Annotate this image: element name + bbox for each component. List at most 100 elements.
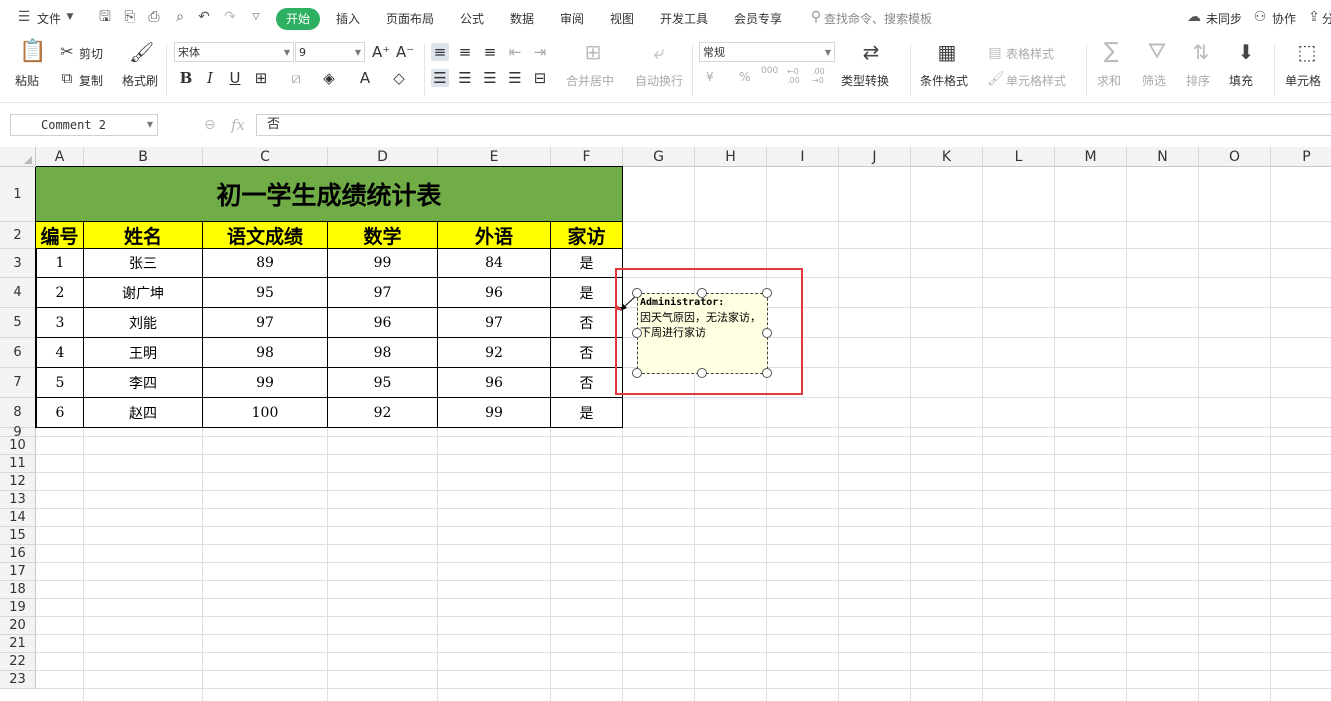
distribute-icon[interactable]: ⊟ [531, 69, 549, 87]
font-color-icon[interactable]: A [356, 69, 374, 87]
undo-icon[interactable]: ↶ [196, 9, 212, 25]
row-header[interactable]: 11 [0, 455, 36, 473]
select-all-corner[interactable] [0, 147, 36, 167]
collab-button[interactable]: 协作 [1272, 10, 1296, 27]
table-cell[interactable]: 98 [328, 338, 438, 368]
tab-review[interactable]: 审阅 [560, 10, 584, 27]
row-header[interactable]: 19 [0, 599, 36, 617]
print-icon[interactable]: ⎙ [146, 9, 162, 25]
print-preview-icon[interactable]: ⌕ [172, 9, 188, 25]
table-cell[interactable]: 6 [36, 398, 84, 428]
fill-color-icon[interactable]: ◈ [320, 69, 338, 87]
table-cell[interactable]: 98 [203, 338, 328, 368]
format-painter-icon[interactable]: 🖌 [129, 42, 154, 62]
fx-icon[interactable]: fx [231, 116, 245, 134]
font-shrink-icon[interactable]: A⁻ [396, 43, 414, 61]
table-cell[interactable]: 5 [36, 368, 84, 398]
table-cell[interactable]: 96 [328, 308, 438, 338]
format-painter-button[interactable]: 格式刷 [122, 72, 158, 89]
table-header-cell[interactable]: 姓名 [84, 222, 203, 249]
table-style-icon[interactable]: ▤ [987, 43, 1003, 63]
row-header[interactable]: 5 [0, 308, 36, 338]
sync-status[interactable]: 未同步 [1206, 10, 1242, 27]
align-right-icon[interactable]: ☰ [481, 69, 499, 87]
sum-button[interactable]: 求和 [1097, 72, 1121, 89]
cell-style-icon[interactable]: 🖌 [987, 69, 1005, 89]
column-header[interactable]: C [203, 147, 328, 167]
table-cell[interactable]: 95 [203, 278, 328, 308]
sum-icon[interactable]: ∑ [1098, 41, 1124, 63]
cell-button[interactable]: 单元格 [1285, 72, 1321, 89]
column-header[interactable]: M [1055, 147, 1127, 167]
column-header[interactable]: F [551, 147, 623, 167]
table-cell[interactable]: 3 [36, 308, 84, 338]
tab-page-layout[interactable]: 页面布局 [386, 10, 434, 27]
row-header[interactable]: 20 [0, 617, 36, 635]
row-header[interactable]: 4 [0, 278, 36, 308]
filter-icon[interactable]: ⛛ [1144, 41, 1170, 63]
tab-member[interactable]: 会员专享 [734, 10, 782, 27]
column-header[interactable]: I [767, 147, 839, 167]
table-cell[interactable]: 92 [328, 398, 438, 428]
row-header[interactable]: 17 [0, 563, 36, 581]
diagonal-border-icon[interactable]: ⧄ [287, 69, 305, 87]
merge-center-button[interactable]: 合并居中 [566, 72, 614, 89]
decimal-increase-button[interactable]: ←0 .00 [787, 67, 809, 85]
name-box[interactable]: Comment 2 ▼ [10, 114, 158, 136]
row-header[interactable]: 23 [0, 671, 36, 689]
table-cell[interactable]: 谢广坤 [84, 278, 203, 308]
row-header[interactable]: 6 [0, 338, 36, 368]
table-cell[interactable]: 99 [328, 249, 438, 278]
table-cell[interactable]: 99 [203, 368, 328, 398]
save-icon[interactable]: 🖫 [97, 9, 113, 25]
tab-insert[interactable]: 插入 [336, 10, 360, 27]
fill-button[interactable]: 填充 [1229, 72, 1253, 89]
row-header[interactable]: 15 [0, 527, 36, 545]
row-header[interactable]: 16 [0, 545, 36, 563]
table-cell[interactable]: 100 [203, 398, 328, 428]
tab-view[interactable]: 视图 [610, 10, 634, 27]
row-header[interactable]: 1 [0, 167, 36, 222]
copy-icon[interactable]: ⧉ [58, 68, 76, 88]
eraser-icon[interactable]: ◇ [390, 69, 408, 87]
column-header[interactable]: P [1271, 147, 1331, 167]
table-cell[interactable]: 97 [328, 278, 438, 308]
table-cell[interactable]: 是 [551, 278, 623, 308]
convert-icon[interactable]: ⇄ [858, 42, 884, 62]
font-name-select[interactable]: 宋体 ▼ [174, 42, 294, 62]
table-cell[interactable]: 97 [203, 308, 328, 338]
align-center-icon[interactable]: ☰ [456, 69, 474, 87]
underline-button[interactable]: U [226, 69, 244, 87]
table-cell[interactable]: 赵四 [84, 398, 203, 428]
tab-data[interactable]: 数据 [510, 10, 534, 27]
column-header[interactable]: A [36, 147, 84, 167]
table-cell[interactable]: 李四 [84, 368, 203, 398]
fill-icon[interactable]: ⬇ [1233, 42, 1259, 62]
row-header[interactable]: 18 [0, 581, 36, 599]
number-format-select[interactable]: 常规 ▼ [699, 42, 835, 62]
column-header[interactable]: O [1199, 147, 1271, 167]
font-size-select[interactable]: 9 ▼ [295, 42, 365, 62]
table-header-cell[interactable]: 外语 [438, 222, 551, 249]
table-cell[interactable]: 89 [203, 249, 328, 278]
table-cell[interactable]: 92 [438, 338, 551, 368]
column-header[interactable]: J [839, 147, 911, 167]
row-header[interactable]: 22 [0, 653, 36, 671]
paste-icon[interactable]: 📋 [19, 41, 46, 63]
table-cell[interactable]: 1 [36, 249, 84, 278]
bold-button[interactable]: B [177, 69, 195, 87]
auto-wrap-button[interactable]: 自动换行 [635, 72, 683, 89]
align-top-icon[interactable]: ≡ [431, 43, 449, 61]
wrap-text-icon[interactable]: ⤶ [646, 42, 672, 62]
tab-formula[interactable]: 公式 [460, 10, 484, 27]
row-header[interactable]: 8 [0, 398, 36, 428]
thousands-button[interactable]: 000 [761, 66, 778, 76]
table-cell[interactable]: 99 [438, 398, 551, 428]
sort-icon[interactable]: ⇅ [1188, 42, 1214, 62]
decimal-decrease-button[interactable]: .00 →0 [812, 67, 834, 85]
conditional-format-icon[interactable]: ▦ [934, 42, 960, 62]
row-header[interactable]: 13 [0, 491, 36, 509]
table-cell[interactable]: 否 [551, 308, 623, 338]
row-header[interactable]: 14 [0, 509, 36, 527]
tab-developer[interactable]: 开发工具 [660, 10, 708, 27]
